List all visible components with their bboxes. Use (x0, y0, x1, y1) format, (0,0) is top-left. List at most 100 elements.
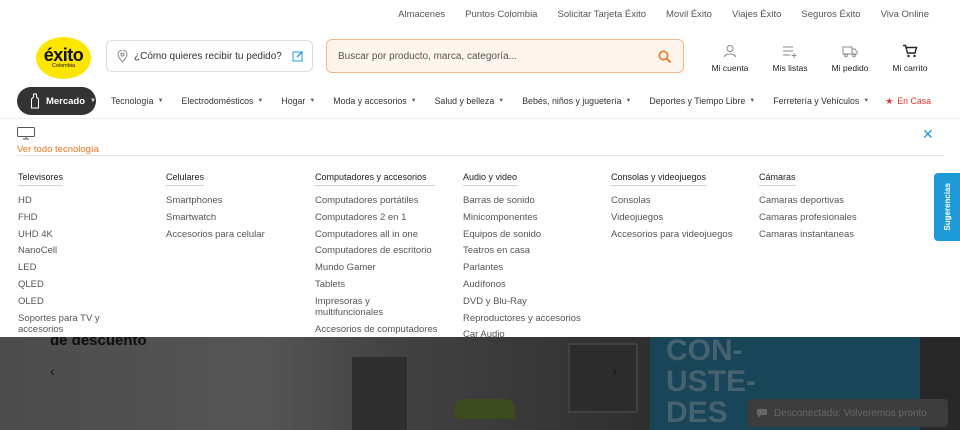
subcategory-link[interactable]: Teatros en casa (463, 243, 581, 260)
subcategory-link[interactable]: Parlantes (463, 260, 581, 277)
subcategory-link[interactable]: Accesorios de computadores (315, 322, 438, 337)
nav-item-encasa[interactable]: ★ En Casa (885, 96, 931, 107)
logo-sub: Colombia (51, 62, 76, 69)
subcategory-link[interactable]: Smartphones (166, 193, 265, 210)
chat-widget-label: Desconectado: Volveremos pronto (774, 407, 927, 419)
subcategory-link[interactable]: OLED (18, 294, 128, 311)
edit-icon[interactable] (292, 50, 304, 62)
subcategory-link[interactable]: Audífonos (463, 277, 581, 294)
subcategory-link[interactable]: FHD (18, 210, 128, 227)
chat-icon (757, 409, 767, 418)
close-icon[interactable]: ✕ (922, 127, 934, 141)
mercado-menu-button[interactable]: Mercado ▼ (17, 87, 96, 115)
column-title[interactable]: Celulares (166, 172, 205, 186)
subcategory-link[interactable]: Barras de sonido (463, 193, 581, 210)
toplink-viajes-exito[interactable]: Viajes Éxito (732, 9, 781, 20)
logo-brand: éxito (43, 44, 84, 65)
nav-item-electrodomesticos[interactable]: Electrodomésticos ▼ (182, 96, 264, 106)
chevron-down-icon: ▼ (90, 98, 96, 104)
search-icon[interactable] (658, 50, 671, 63)
subcategory-link[interactable]: Mundo Gamer (315, 260, 438, 277)
toplink-viva-online[interactable]: Viva Online (881, 9, 929, 20)
bottle-icon (30, 93, 39, 109)
chevron-down-icon: ▼ (498, 98, 505, 104)
column-title[interactable]: Audio y video (463, 172, 518, 186)
my-lists-label: Mis listas (772, 63, 808, 73)
my-cart-label: Mi carrito (892, 63, 928, 73)
hero-banner[interactable]: de descuento CON- USTE- DES ‹ › Desconec… (0, 337, 960, 430)
chat-widget[interactable]: Desconectado: Volveremos pronto (748, 399, 948, 427)
nav-item-label: Salud y belleza (434, 96, 495, 106)
subcategory-link[interactable]: Computadores de escritorio (315, 243, 438, 260)
my-order-button[interactable]: Mi pedido (820, 44, 880, 73)
location-pin-icon (117, 49, 128, 63)
column-title[interactable]: Televisores (18, 172, 64, 186)
my-lists-button[interactable]: Mis listas (760, 44, 820, 73)
column-consolas: Consolas y videojuegos Consolas Videojue… (611, 172, 732, 243)
column-title[interactable]: Consolas y videojuegos (611, 172, 707, 186)
toplink-solicitar-tarjeta[interactable]: Solicitar Tarjeta Éxito (557, 9, 646, 20)
chevron-down-icon: ▼ (157, 98, 164, 104)
search-input[interactable] (338, 50, 658, 62)
nav-item-bebes[interactable]: Bebés, niños y juguetería ▼ (522, 96, 631, 106)
subcategory-link[interactable]: Camaras instantaneas (759, 227, 857, 244)
header-actions: Mi cuenta Mis listas Mi pedido Mi carrit… (700, 44, 940, 73)
toplink-puntos-colombia[interactable]: Puntos Colombia (465, 9, 537, 20)
subcategory-link[interactable]: Smartwatch (166, 210, 265, 227)
tecnologia-dropdown-panel: Ver todo tecnología ✕ Televisores HD FHD… (0, 118, 960, 337)
panel-divider (17, 155, 944, 156)
subcategory-link[interactable]: Soportes para TV y accesorios (18, 311, 128, 337)
nav-item-label: Deportes y Tiempo Libre (649, 96, 746, 106)
subcategory-link[interactable]: Tablets (315, 277, 438, 294)
subcategory-link[interactable]: Minicomponentes (463, 210, 581, 227)
mercado-label: Mercado (45, 95, 86, 107)
chevron-down-icon: ▼ (309, 98, 316, 104)
ver-todo-link[interactable]: Ver todo tecnología (17, 144, 99, 155)
column-title[interactable]: Cámaras (759, 172, 796, 186)
my-account-button[interactable]: Mi cuenta (700, 44, 760, 73)
nav-item-deportes[interactable]: Deportes y Tiempo Libre ▼ (649, 96, 755, 106)
subcategory-link[interactable]: Consolas (611, 193, 732, 210)
delivery-location-selector[interactable]: ¿Cómo quieres recibir tu pedido? (106, 40, 313, 72)
nav-item-moda[interactable]: Moda y accesorios ▼ (333, 96, 416, 106)
sugerencias-tab[interactable]: Sugerencias (934, 173, 960, 241)
subcategory-link[interactable]: Computadores all in one (315, 227, 438, 244)
subcategory-link[interactable]: Equipos de sonido (463, 227, 581, 244)
subcategory-link[interactable]: Impresoras y multifuncionales (315, 294, 415, 322)
subcategory-link[interactable]: Computadores 2 en 1 (315, 210, 438, 227)
subcategory-link[interactable]: UHD 4K (18, 227, 128, 244)
exito-logo[interactable]: éxito Colombia (36, 37, 91, 79)
subcategory-link[interactable]: Car Audio (463, 327, 581, 337)
subcategory-link[interactable]: Camaras profesionales (759, 210, 857, 227)
search-bar (326, 39, 684, 73)
nav-item-ferreteria[interactable]: Ferretería y Vehículos ▼ (773, 96, 869, 106)
chevron-down-icon: ▼ (410, 98, 417, 104)
nav-item-salud[interactable]: Salud y belleza ▼ (435, 96, 505, 106)
subcategory-link[interactable]: Accesorios para celular (166, 227, 265, 244)
nav-item-tecnologia[interactable]: Tecnología ▼ (111, 96, 164, 106)
subcategory-link[interactable]: Accesorios para videojuegos (611, 227, 732, 244)
chevron-down-icon: ▼ (749, 98, 756, 104)
nav-item-label: Ferretería y Vehículos (773, 96, 860, 106)
toplink-almacenes[interactable]: Almacenes (398, 9, 445, 20)
subcategory-link[interactable]: LED (18, 260, 128, 277)
my-cart-button[interactable]: Mi carrito (880, 44, 940, 73)
subcategory-link[interactable]: NanoCell (18, 243, 128, 260)
toplink-movil-exito[interactable]: Movil Éxito (666, 9, 712, 20)
toplink-seguros-exito[interactable]: Seguros Éxito (801, 9, 860, 20)
subcategory-link[interactable]: Computadores portátiles (315, 193, 438, 210)
chevron-down-icon: ▼ (257, 98, 264, 104)
subcategory-link[interactable]: Reproductores y accesorios (463, 311, 581, 328)
subcategory-link[interactable]: QLED (18, 277, 128, 294)
tv-category-icon (17, 127, 35, 145)
top-utility-links: Almacenes Puntos Colombia Solicitar Tarj… (398, 9, 929, 20)
nav-item-hogar[interactable]: Hogar ▼ (281, 96, 315, 106)
user-icon (724, 45, 736, 58)
subcategory-link[interactable]: DVD y Blu-Ray (463, 294, 581, 311)
cart-icon (903, 44, 918, 58)
subcategory-link[interactable]: Videojuegos (611, 210, 732, 227)
column-title[interactable]: Computadores y accesorios (315, 172, 435, 186)
subcategory-link[interactable]: Camaras deportivas (759, 193, 857, 210)
subcategory-link[interactable]: HD (18, 193, 128, 210)
nav-item-label: Hogar (281, 96, 306, 106)
